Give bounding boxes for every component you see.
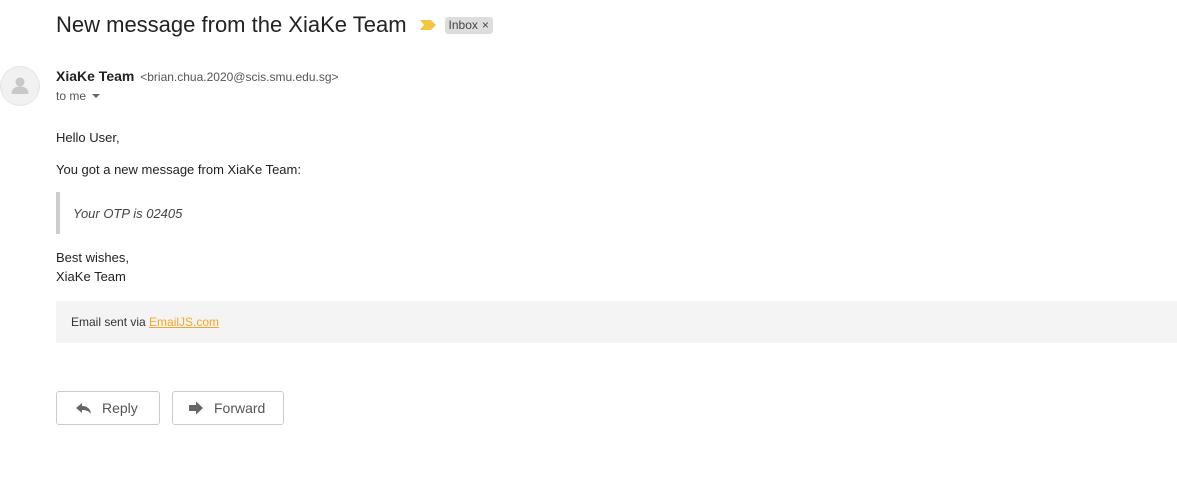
intro-text: You got a new message from XiaKe Team: — [56, 162, 301, 177]
otp-message: Your OTP is 02405 — [73, 205, 183, 221]
remove-label-icon[interactable]: × — [482, 18, 489, 32]
forward-button[interactable]: Forward — [172, 391, 284, 425]
reply-button[interactable]: Reply — [56, 391, 160, 425]
label-text: Inbox — [448, 17, 478, 32]
signoff-line1: Best wishes, — [56, 250, 129, 265]
recipient-label: to me — [56, 89, 87, 103]
forward-arrow-icon — [187, 400, 205, 416]
sender-name[interactable]: XiaKe Team — [56, 68, 134, 84]
reply-label: Reply — [102, 400, 138, 416]
importance-marker-icon[interactable] — [419, 18, 437, 32]
inbox-label-chip: Inbox × — [444, 16, 493, 34]
forward-label: Forward — [214, 400, 266, 416]
reply-arrow-icon — [75, 400, 93, 416]
footer-prefix: Email sent via — [71, 315, 150, 329]
emailjs-link[interactable]: EmailJS.com — [149, 315, 219, 329]
email-view: New message from the XiaKe Team Inbox × … — [0, 0, 1177, 480]
email-footer: Email sent via EmailJS.com — [56, 301, 1177, 343]
email-subject: New message from the XiaKe Team — [56, 12, 407, 37]
signoff-line2: XiaKe Team — [56, 269, 126, 284]
sender-email: <brian.chua.2020@scis.smu.edu.sg> — [140, 70, 339, 84]
greeting-text: Hello User, — [56, 130, 120, 145]
sender-line: XiaKe Team <brian.chua.2020@scis.smu.edu… — [56, 68, 339, 84]
person-avatar-icon — [0, 66, 40, 106]
recipient-details[interactable]: to me — [56, 89, 101, 103]
chevron-down-icon[interactable] — [92, 94, 101, 98]
subject-row: New message from the XiaKe Team Inbox × — [56, 10, 493, 40]
quoted-message: Your OTP is 02405 — [56, 192, 182, 234]
footer-text: Email sent via EmailJS.com — [56, 315, 219, 329]
